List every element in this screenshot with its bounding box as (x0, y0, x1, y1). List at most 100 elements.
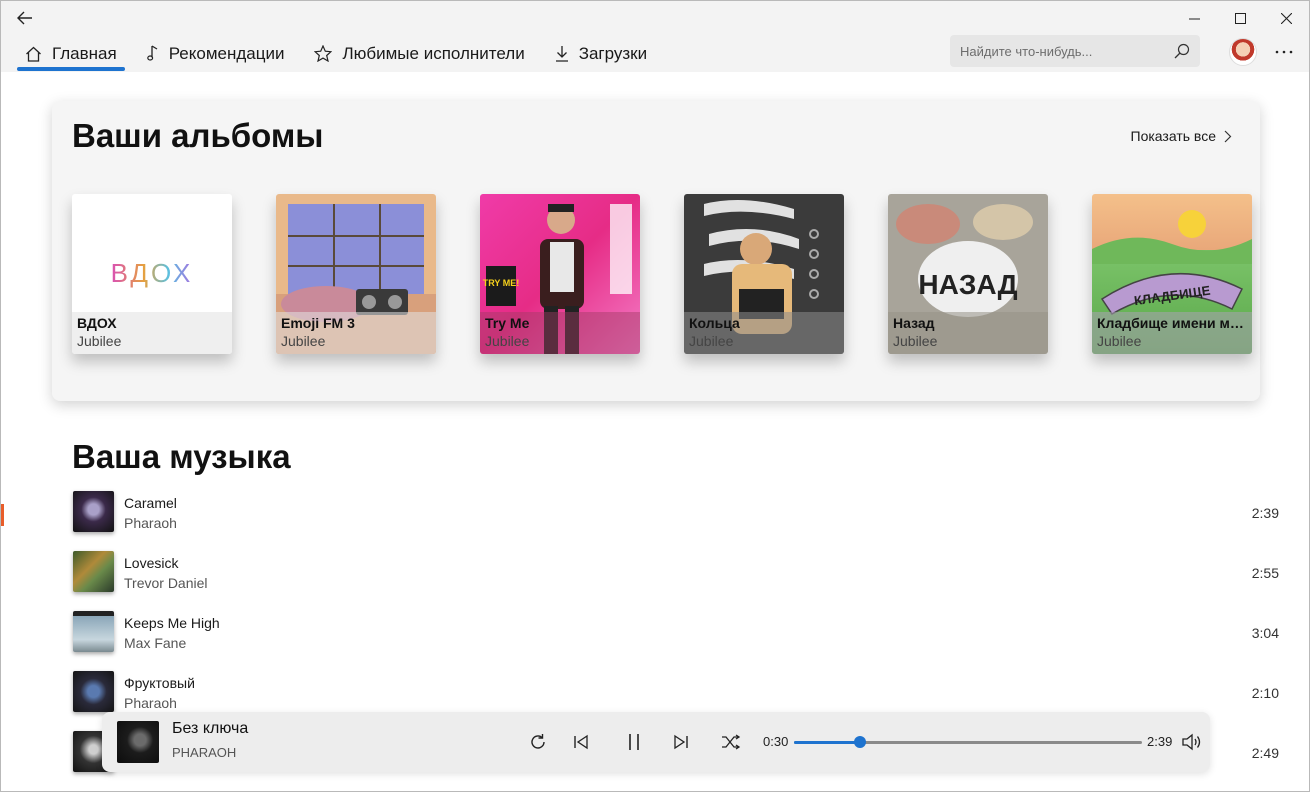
tab-recommendations[interactable]: Рекомендации (139, 35, 293, 72)
album-name: Назад (893, 315, 935, 331)
track-cover (73, 671, 114, 712)
navigation-bar: Главная Рекомендации Любимые исполнители… (1, 35, 1309, 72)
now-playing-artist: PHARAOH (172, 745, 237, 760)
tab-home[interactable]: Главная (17, 35, 125, 72)
track-title: Фруктовый (124, 675, 195, 691)
volume-icon (1182, 733, 1201, 751)
track-duration: 2:39 (1251, 505, 1279, 521)
tab-home-label: Главная (52, 43, 117, 63)
progress-slider[interactable] (794, 736, 1142, 748)
album-cover-text: НАЗАД (918, 269, 1017, 300)
album-cover-text: TRY ME! (483, 278, 520, 288)
albums-section: Ваши альбомы Показать все ВДОХ ВДОХ Jubi… (52, 101, 1260, 401)
tab-downloads[interactable]: Загрузки (547, 35, 655, 72)
search-input[interactable] (960, 43, 1174, 59)
search-icon[interactable] (1174, 43, 1190, 59)
back-arrow-icon (17, 11, 32, 25)
track-duration: 2:10 (1251, 685, 1279, 701)
repeat-icon (531, 734, 545, 749)
nav-tabs: Главная Рекомендации Любимые исполнители… (17, 35, 669, 72)
track-title: Caramel (124, 495, 177, 511)
window-edge-accent (1, 504, 4, 526)
album-caption: Try Me Jubilee (480, 312, 640, 354)
album-card[interactable]: Кольца Jubilee (684, 194, 844, 354)
shuffle-button[interactable] (719, 730, 743, 754)
close-icon (1280, 12, 1292, 24)
track-cover (73, 491, 114, 532)
volume-button[interactable] (1180, 730, 1204, 754)
search-box (950, 35, 1200, 67)
tab-downloads-label: Загрузки (578, 43, 648, 63)
show-all-link[interactable]: Показать все (1131, 128, 1232, 144)
tab-favorite-artists[interactable]: Любимые исполнители (306, 35, 532, 72)
track-artist: Max Fane (124, 635, 187, 651)
album-card[interactable]: TRY ME! Try Me Jubilee (480, 194, 640, 354)
title-bar (1, 1, 1309, 35)
album-card[interactable]: КЛАДБИЩЕ Кладбище имени меня Jubilee (1092, 194, 1252, 354)
album-card[interactable]: Emoji FM 3 Jubilee (276, 194, 436, 354)
album-card[interactable]: НАЗАД Назад Jubilee (888, 194, 1048, 354)
album-artist: Jubilee (689, 333, 734, 349)
shuffle-icon (722, 734, 741, 750)
progress-fill (794, 741, 861, 744)
album-name: ВДОХ (77, 315, 117, 331)
maximize-button[interactable] (1217, 1, 1263, 35)
track-duration: 3:04 (1251, 625, 1279, 641)
track-artist: Trevor Daniel (124, 575, 208, 591)
window-controls (1171, 1, 1309, 35)
album-card[interactable]: ВДОХ ВДОХ Jubilee (72, 194, 232, 354)
star-icon (314, 45, 333, 62)
album-name: Кладбище имени меня (1097, 315, 1247, 331)
album-artist: Jubilee (1097, 333, 1142, 349)
maximize-icon (1234, 12, 1246, 24)
tab-recommendations-label: Рекомендации (168, 43, 285, 63)
pause-button[interactable] (622, 730, 646, 754)
album-artist: Jubilee (77, 333, 122, 349)
repeat-button[interactable] (526, 730, 550, 754)
track-row[interactable]: Lovesick Trevor Daniel 2:55 (72, 551, 1282, 611)
album-artist: Jubilee (893, 333, 938, 349)
album-caption: Emoji FM 3 Jubilee (276, 312, 436, 354)
tab-favorite-artists-label: Любимые исполнители (342, 43, 525, 63)
avatar[interactable] (1229, 38, 1257, 66)
album-caption: ВДОХ Jubilee (72, 312, 232, 354)
current-time: 0:30 (763, 734, 789, 749)
album-caption: Кольца Jubilee (684, 312, 844, 354)
track-row[interactable]: Caramel Pharaoh 2:39 (72, 491, 1282, 551)
total-time: 2:39 (1147, 734, 1173, 749)
now-playing-title: Без ключа (172, 720, 249, 737)
minimize-button[interactable] (1171, 1, 1217, 35)
track-duration: 2:55 (1251, 565, 1279, 581)
track-row[interactable]: Keeps Me High Max Fane 3:04 (72, 611, 1282, 671)
album-name: Try Me (485, 315, 530, 331)
now-playing-bar: Без ключа PHARAOH 0:30 2:39 (102, 712, 1210, 772)
next-button[interactable] (669, 730, 693, 754)
pause-icon (629, 734, 639, 750)
album-caption: Назад Jubilee (888, 312, 1048, 354)
track-cover (73, 551, 114, 592)
close-button[interactable] (1263, 1, 1309, 35)
albums-title: Ваши альбомы (72, 117, 324, 154)
chevron-right-icon (1224, 130, 1232, 142)
previous-button[interactable] (569, 730, 593, 754)
back-button[interactable] (9, 5, 41, 31)
track-title: Keeps Me High (124, 615, 220, 631)
track-artist: Pharaoh (124, 515, 177, 531)
music-note-icon (146, 45, 159, 62)
show-all-label: Показать все (1130, 128, 1216, 144)
track-artist: Pharaoh (124, 695, 177, 711)
album-artist: Jubilee (281, 333, 326, 349)
minimize-icon (1188, 18, 1200, 19)
track-cover (73, 611, 114, 652)
more-options-button[interactable] (1271, 39, 1297, 65)
now-playing-cover (117, 721, 159, 763)
album-caption: Кладбище имени меня Jubilee (1092, 312, 1252, 354)
progress-thumb[interactable] (854, 736, 867, 748)
album-artist: Jubilee (485, 333, 530, 349)
previous-track-icon (574, 734, 588, 750)
track-duration: 2:49 (1251, 745, 1279, 761)
album-name: Кольца (689, 315, 740, 331)
track-title: Lovesick (124, 555, 179, 571)
album-name: Emoji FM 3 (281, 315, 355, 331)
album-cover-text: ВДОХ (111, 258, 194, 288)
